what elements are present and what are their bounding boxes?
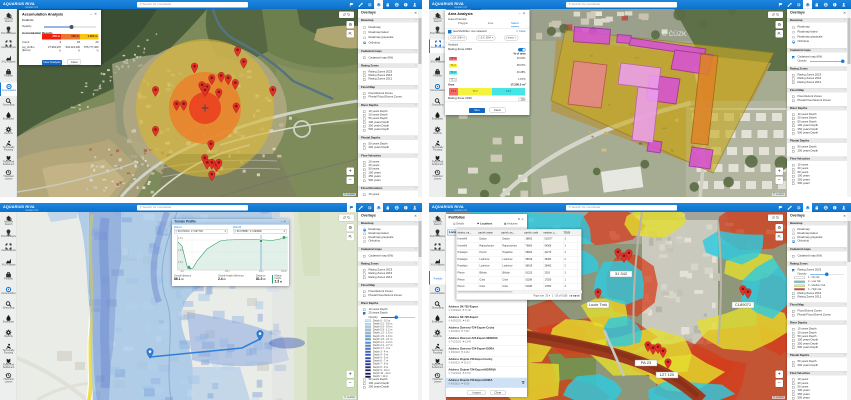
- svg-text:1.5m: 1.5m: [178, 250, 183, 252]
- svg-text:60m: 60m: [259, 271, 264, 272]
- svg-text:100m: 100m: [281, 271, 287, 272]
- svg-text:31 342: 31 342: [615, 271, 628, 276]
- svg-text:Lucie Trnk: Lucie Trnk: [589, 302, 607, 307]
- svg-text:25m: 25m: [225, 271, 230, 272]
- svg-text:CL89071: CL89071: [735, 302, 752, 307]
- svg-text:PA 23: PA 23: [641, 360, 652, 365]
- svg-text:-2m: -2m: [180, 271, 184, 272]
- svg-text:2.5m: 2.5m: [178, 238, 183, 240]
- svg-text:L27 120: L27 120: [660, 372, 675, 377]
- svg-text:0.5m: 0.5m: [178, 262, 183, 264]
- svg-text:© ČÚZK: © ČÚZK: [662, 29, 687, 38]
